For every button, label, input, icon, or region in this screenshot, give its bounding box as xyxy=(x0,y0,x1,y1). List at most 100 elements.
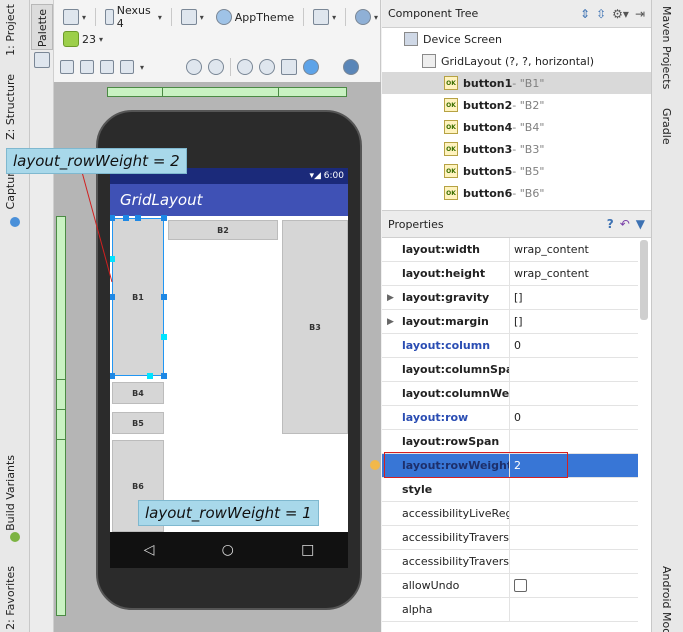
property-row[interactable]: layout:height wrap_content xyxy=(382,262,638,286)
filter-icon[interactable]: ▼ xyxy=(636,217,645,231)
palette-brush-icon[interactable] xyxy=(34,52,50,68)
palette-tab[interactable]: Palette xyxy=(31,4,53,50)
resize-handle[interactable] xyxy=(110,373,115,379)
maven-projects-tool-tab[interactable]: Maven Projects xyxy=(660,6,673,89)
hide-panel-icon[interactable]: ⇥ xyxy=(635,7,645,21)
resize-handle[interactable] xyxy=(147,373,153,379)
tree-item-device-screen[interactable]: Device Screen xyxy=(382,28,651,50)
property-row[interactable]: accessibilityTraversalAfter xyxy=(382,526,638,550)
android-model-tool-tab[interactable]: Android Model xyxy=(660,566,673,632)
settings-gear-icon[interactable] xyxy=(343,59,360,75)
property-value[interactable]: [] xyxy=(510,286,638,309)
help-icon[interactable]: ? xyxy=(607,217,614,231)
property-row[interactable]: accessibilityLiveRegion xyxy=(382,502,638,526)
property-value[interactable]: wrap_content xyxy=(510,238,638,261)
activity-dropdown[interactable]: ▾ xyxy=(310,6,339,28)
tree-item-button2[interactable]: OK button2 - "B2" xyxy=(382,94,651,116)
property-value[interactable] xyxy=(510,430,638,453)
property-row[interactable]: ▶ layout:margin [] xyxy=(382,310,638,334)
property-value[interactable] xyxy=(510,574,638,597)
property-row[interactable]: alpha xyxy=(382,598,638,622)
locale-dropdown[interactable]: ▾ xyxy=(352,6,381,28)
resize-handle[interactable] xyxy=(161,373,167,379)
theme-dropdown[interactable]: AppTheme xyxy=(213,6,297,28)
property-row[interactable]: layout:width wrap_content xyxy=(382,238,638,262)
expand-arrow-icon[interactable]: ▶ xyxy=(387,293,394,303)
property-value[interactable] xyxy=(510,550,638,573)
property-value[interactable] xyxy=(510,358,638,381)
zoom-actual-icon[interactable] xyxy=(208,59,225,75)
device-selector[interactable]: ▾ xyxy=(60,6,89,28)
tree-item-button3[interactable]: OK button3 - "B3" xyxy=(382,138,651,160)
api-level-dropdown[interactable]: 23 ▾ xyxy=(60,28,106,50)
properties-title: Properties xyxy=(388,217,444,231)
property-name: layout:row xyxy=(382,406,510,429)
properties-scrollbar[interactable] xyxy=(640,240,648,320)
intention-bulb-icon[interactable] xyxy=(370,460,380,470)
property-value[interactable]: 0 xyxy=(510,406,638,429)
nexus-device-dropdown[interactable]: Nexus 4 ▾ xyxy=(102,4,165,30)
nav-back-icon[interactable]: ◁ xyxy=(144,542,155,558)
resize-handle[interactable] xyxy=(110,294,115,300)
resize-handle[interactable] xyxy=(161,294,167,300)
project-tool-tab[interactable]: 1: Project xyxy=(4,4,17,56)
tree-item-button1[interactable]: OK button1 - "B1" xyxy=(382,72,651,94)
gradle-tool-tab[interactable]: Gradle xyxy=(660,108,673,145)
screenshot-icon[interactable] xyxy=(281,59,298,75)
button-b5[interactable]: B5 xyxy=(112,412,164,434)
property-row[interactable]: accessibilityTraversalBefore xyxy=(382,550,638,574)
tree-item-gridlayout[interactable]: GridLayout (?, ?, horizontal) xyxy=(382,50,651,72)
fill-width-icon[interactable] xyxy=(60,60,74,74)
resize-handle[interactable] xyxy=(110,215,115,221)
zoom-in-icon[interactable] xyxy=(237,59,254,75)
tree-item-button4[interactable]: OK button4 - "B4" xyxy=(382,116,651,138)
property-name: alpha xyxy=(382,598,510,621)
build-variants-tool-tab[interactable]: Build Variants xyxy=(4,455,17,531)
resize-handle[interactable] xyxy=(161,334,167,340)
resize-handle[interactable] xyxy=(135,215,141,221)
property-value[interactable]: 0 xyxy=(510,334,638,357)
settings-gear-icon[interactable]: ⚙▾ xyxy=(612,7,629,21)
property-row[interactable]: layout:columnSpan xyxy=(382,358,638,382)
undo-icon[interactable]: ↶ xyxy=(620,217,630,231)
resize-handle[interactable] xyxy=(161,215,167,221)
grid-layout[interactable]: B1 B2 B3 B4 B5 B6 xyxy=(110,215,348,532)
property-row[interactable]: layout:columnWeight xyxy=(382,382,638,406)
property-value[interactable]: wrap_content xyxy=(510,262,638,285)
property-row[interactable]: layout:rowSpan xyxy=(382,430,638,454)
fill-height-icon[interactable] xyxy=(80,60,94,74)
collapse-all-icon[interactable]: ⇳ xyxy=(596,7,606,21)
property-value[interactable] xyxy=(510,598,638,621)
button-b1[interactable]: B1 xyxy=(112,218,164,376)
structure-tool-tab[interactable]: Z: Structure xyxy=(4,74,17,140)
button-b4[interactable]: B4 xyxy=(112,382,164,404)
property-value[interactable]: [] xyxy=(510,310,638,333)
grid-icon[interactable] xyxy=(120,60,134,74)
orientation-dropdown[interactable]: ▾ xyxy=(178,6,207,28)
resize-handle[interactable] xyxy=(123,215,129,221)
refresh-icon[interactable] xyxy=(303,59,320,75)
nav-home-icon[interactable]: ○ xyxy=(222,542,234,558)
property-value[interactable] xyxy=(510,526,638,549)
property-row[interactable]: layout:column 0 xyxy=(382,334,638,358)
nav-recent-icon[interactable]: □ xyxy=(301,542,314,558)
expand-all-icon[interactable]: ⇕ xyxy=(580,7,590,21)
zoom-fit-icon[interactable] xyxy=(186,59,203,75)
tree-item-button5[interactable]: OK button5 - "B5" xyxy=(382,160,651,182)
expand-arrow-icon[interactable]: ▶ xyxy=(387,317,394,327)
property-value[interactable] xyxy=(510,382,638,405)
allow-undo-checkbox[interactable] xyxy=(514,579,527,592)
property-value[interactable] xyxy=(510,502,638,525)
property-row[interactable]: style xyxy=(382,478,638,502)
property-row[interactable]: allowUndo xyxy=(382,574,638,598)
favorites-tool-tab[interactable]: 2: Favorites xyxy=(4,566,17,630)
tree-item-button6[interactable]: OK button6 - "B6" xyxy=(382,182,651,204)
property-row[interactable]: ▶ layout:gravity [] xyxy=(382,286,638,310)
resize-handle[interactable] xyxy=(110,256,115,262)
zoom-out-icon[interactable] xyxy=(259,59,276,75)
property-row[interactable]: layout:row 0 xyxy=(382,406,638,430)
button-b3[interactable]: B3 xyxy=(282,220,348,434)
columns-icon[interactable] xyxy=(100,60,114,74)
property-value[interactable] xyxy=(510,478,638,501)
button-b2[interactable]: B2 xyxy=(168,220,278,240)
